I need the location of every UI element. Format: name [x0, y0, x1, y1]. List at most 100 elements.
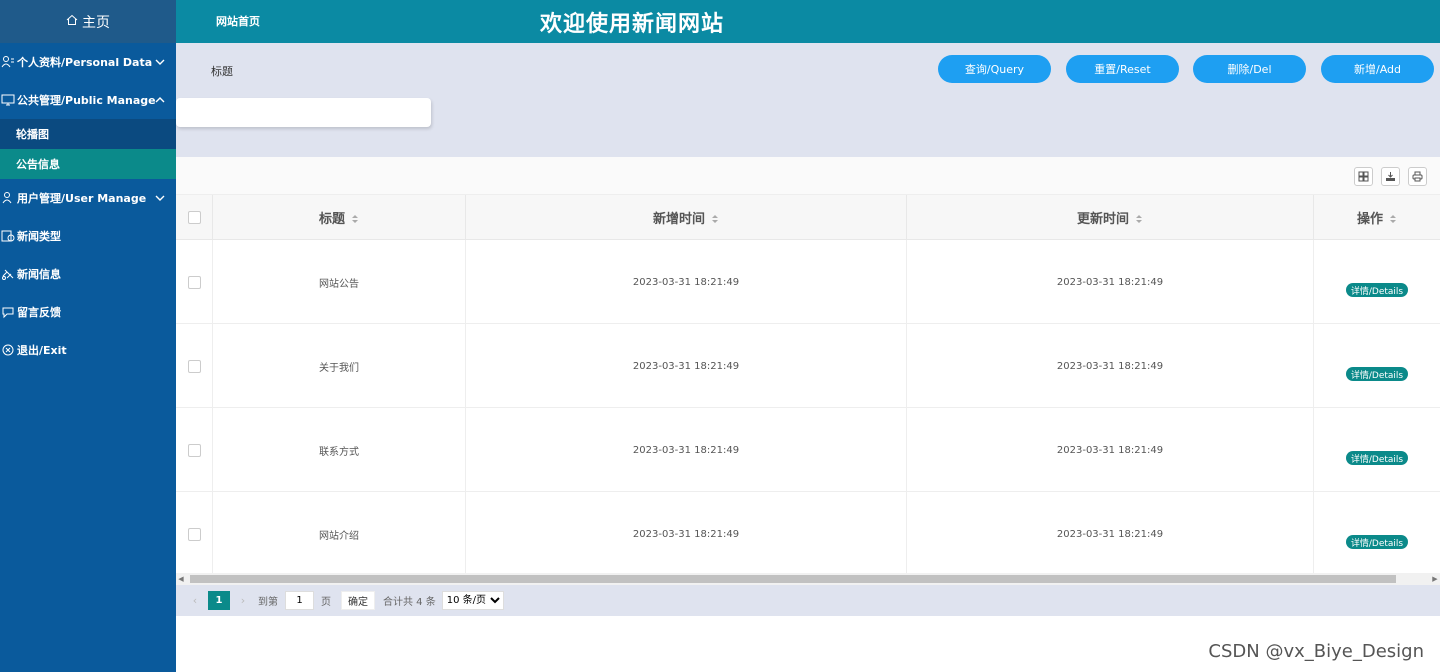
feedback-icon	[0, 304, 16, 320]
chevron-up-icon	[154, 94, 166, 106]
sidebar: 主页 个人资料/Personal Data 公共管理/Public Manage…	[0, 0, 176, 672]
sidebar-item-exit[interactable]: 退出/Exit	[0, 331, 176, 369]
columns-icon[interactable]	[1354, 167, 1373, 186]
sidebar-subitem-carousel[interactable]: 轮播图	[0, 119, 176, 149]
link-icon	[0, 266, 16, 282]
delete-button[interactable]: 删除/Del	[1193, 55, 1306, 83]
total-count: 合计共 4 条	[383, 597, 436, 608]
details-button[interactable]: 详情/Details	[1345, 367, 1409, 381]
sort-icon	[1135, 213, 1143, 223]
sidebar-item-label: 新闻信息	[17, 268, 61, 281]
row-checkbox[interactable]	[187, 527, 201, 541]
cell-actions: 详情/Details	[1314, 492, 1440, 573]
cell-title: 关于我们	[213, 324, 466, 408]
column-header-label: 标题	[318, 212, 345, 227]
search-title-label: 标题	[211, 65, 233, 78]
exit-icon	[0, 342, 16, 358]
current-page[interactable]: 1	[208, 591, 230, 610]
scroll-left-arrow-icon[interactable]: ◀	[176, 573, 186, 585]
next-page-icon[interactable]: ›	[236, 594, 250, 607]
monitor-icon	[0, 92, 16, 108]
row-select-cell	[176, 240, 213, 324]
row-checkbox[interactable]	[187, 359, 201, 373]
cell-created: 2023-03-31 18:21:49	[466, 240, 907, 324]
top-bar: 网站首页 欢迎使用新闻网站	[176, 0, 1440, 43]
table-toolbar	[176, 157, 1440, 195]
query-button[interactable]: 查询/Query	[938, 55, 1051, 83]
column-header-actions[interactable]: 操作	[1314, 195, 1440, 240]
row-checkbox[interactable]	[187, 443, 201, 457]
column-header-created[interactable]: 新增时间	[466, 195, 907, 240]
cell-created: 2023-03-31 18:21:49	[466, 492, 907, 573]
search-panel: 标题 查询/Query 重置/Reset 删除/Del 新增/Add	[176, 43, 1440, 157]
chevron-down-icon	[154, 192, 166, 204]
row-select-cell	[176, 324, 213, 408]
sidebar-item-news-info[interactable]: 新闻信息	[0, 255, 176, 293]
details-button[interactable]: 详情/Details	[1345, 283, 1409, 297]
scroll-right-arrow-icon[interactable]: ▶	[1430, 573, 1440, 585]
sidebar-item-public-manage[interactable]: 公共管理/Public Manage	[0, 81, 176, 119]
table-horizontal-scrollbar[interactable]: ◀ ▶	[176, 573, 1440, 585]
page-unit-label: 页	[321, 597, 331, 608]
sidebar-home[interactable]: 主页	[0, 0, 176, 43]
row-checkbox[interactable]	[187, 275, 201, 289]
sidebar-item-label: 用户管理/User Manage	[17, 192, 147, 205]
cell-actions: 详情/Details	[1314, 240, 1440, 324]
sidebar-item-personal-data[interactable]: 个人资料/Personal Data	[0, 43, 176, 81]
print-icon[interactable]	[1408, 167, 1427, 186]
header-select-cell	[176, 195, 213, 240]
table-row: 关于我们 2023-03-31 18:21:49 2023-03-31 18:2…	[176, 324, 1440, 408]
sort-icon	[351, 213, 359, 223]
column-header-label: 新增时间	[652, 212, 705, 227]
sidebar-item-label: 个人资料/Personal Data	[17, 56, 153, 69]
column-header-updated[interactable]: 更新时间	[907, 195, 1314, 240]
breadcrumb-home[interactable]: 网站首页	[216, 13, 260, 29]
goto-confirm-button[interactable]: 确定	[341, 591, 375, 610]
goto-page-input[interactable]	[285, 591, 314, 610]
sidebar-item-label: 退出/Exit	[17, 344, 67, 357]
cell-title: 网站介绍	[213, 492, 466, 573]
sidebar-item-user-manage[interactable]: 用户管理/User Manage	[0, 179, 176, 217]
row-select-cell	[176, 408, 213, 492]
cell-created: 2023-03-31 18:21:49	[466, 324, 907, 408]
sidebar-subitem-label: 公告信息	[16, 158, 60, 171]
table-row: 网站公告 2023-03-31 18:21:49 2023-03-31 18:2…	[176, 240, 1440, 324]
watermark: CSDN @vx_Biye_Design	[1208, 641, 1424, 662]
reset-button[interactable]: 重置/Reset	[1066, 55, 1179, 83]
notice-table: 标题 新增时间 更新时间 操作 网站公告 2023-03-31 18:21:49…	[176, 195, 1440, 573]
sidebar-home-label: 主页	[82, 14, 110, 31]
details-button[interactable]: 详情/Details	[1345, 535, 1409, 549]
details-button[interactable]: 详情/Details	[1345, 451, 1409, 465]
cell-title: 联系方式	[213, 408, 466, 492]
sidebar-item-feedback[interactable]: 留言反馈	[0, 293, 176, 331]
page-title: 欢迎使用新闻网站	[540, 12, 725, 37]
table-row: 网站介绍 2023-03-31 18:21:49 2023-03-31 18:2…	[176, 492, 1440, 573]
cell-title: 网站公告	[213, 240, 466, 324]
sidebar-item-label: 新闻类型	[17, 230, 61, 243]
prev-page-icon[interactable]: ‹	[188, 594, 202, 607]
select-all-checkbox[interactable]	[187, 211, 201, 224]
add-button[interactable]: 新增/Add	[1321, 55, 1434, 83]
sidebar-item-label: 留言反馈	[17, 306, 61, 319]
sidebar-subitem-label: 轮播图	[16, 128, 49, 141]
goto-label: 到第	[258, 597, 278, 608]
scrollbar-thumb[interactable]	[190, 575, 1396, 583]
sort-icon	[711, 213, 719, 223]
cell-created: 2023-03-31 18:21:49	[466, 408, 907, 492]
cell-actions: 详情/Details	[1314, 408, 1440, 492]
column-header-label: 操作	[1356, 212, 1383, 227]
column-header-title[interactable]: 标题	[213, 195, 466, 240]
chevron-down-icon	[154, 56, 166, 68]
sidebar-subitem-notice[interactable]: 公告信息	[0, 149, 176, 179]
cell-updated: 2023-03-31 18:21:49	[907, 324, 1314, 408]
news-type-icon	[0, 228, 16, 244]
row-select-cell	[176, 492, 213, 573]
page-size-select[interactable]: 10 条/页	[441, 591, 504, 610]
sidebar-item-news-type[interactable]: 新闻类型	[0, 217, 176, 255]
export-icon[interactable]	[1381, 167, 1400, 186]
home-icon	[66, 14, 78, 30]
sidebar-item-label: 公共管理/Public Manage	[17, 94, 156, 107]
column-header-label: 更新时间	[1076, 212, 1129, 227]
search-title-input[interactable]	[176, 98, 431, 127]
table-row: 联系方式 2023-03-31 18:21:49 2023-03-31 18:2…	[176, 408, 1440, 492]
